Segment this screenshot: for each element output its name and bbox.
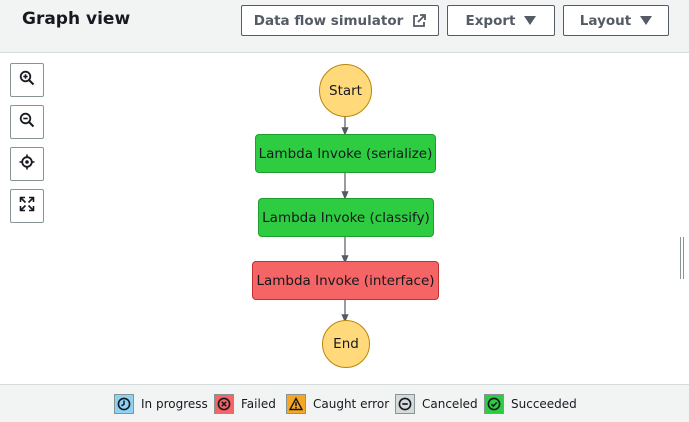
caret-down-icon (524, 16, 537, 25)
caret-down-icon (640, 16, 653, 25)
end-label: End (333, 336, 359, 352)
legend-label: In progress (141, 397, 208, 411)
graph-view-header: Graph view Data flow simulator Export La… (0, 0, 689, 53)
external-link-icon (412, 13, 427, 28)
data-flow-simulator-button[interactable]: Data flow simulator (241, 5, 439, 36)
start-node[interactable]: Start (319, 64, 372, 117)
state-label-serialize: Lambda Invoke (serialize) (258, 145, 433, 162)
legend-failed: Failed (214, 394, 276, 414)
legend-label: Canceled (422, 397, 478, 411)
state-node-classify[interactable]: Lambda Invoke (classify) (258, 198, 434, 237)
legend-label: Caught error (313, 397, 390, 411)
legend-in-progress: In progress (114, 394, 208, 414)
status-legend: In progress Failed Caught error Canceled… (0, 384, 689, 422)
layout-label: Layout (579, 12, 632, 29)
legend-canceled: Canceled (395, 394, 478, 414)
start-label: Start (329, 82, 362, 99)
legend-label: Failed (241, 397, 276, 411)
check-circle-icon (484, 394, 504, 414)
legend-label: Succeeded (511, 397, 577, 411)
state-label-classify: Lambda Invoke (classify) (262, 209, 430, 226)
state-node-interface[interactable]: Lambda Invoke (interface) (252, 261, 439, 300)
layout-button[interactable]: Layout (563, 5, 669, 36)
legend-succeeded: Succeeded (484, 394, 577, 414)
page-title: Graph view (22, 9, 131, 29)
state-node-serialize[interactable]: Lambda Invoke (serialize) (255, 134, 436, 173)
clock-icon (114, 394, 134, 414)
legend-caught-error: Caught error (286, 394, 389, 414)
data-flow-simulator-label: Data flow simulator (253, 12, 404, 29)
graph-canvas[interactable]: Start Lambda Invoke (serialize) Lambda I… (0, 53, 689, 384)
warning-icon (286, 394, 306, 414)
export-button[interactable]: Export (447, 5, 555, 36)
state-label-interface: Lambda Invoke (interface) (256, 272, 435, 289)
export-label: Export (465, 12, 516, 29)
end-node[interactable]: End (322, 320, 370, 368)
minus-circle-icon (395, 394, 415, 414)
x-circle-icon (214, 394, 234, 414)
